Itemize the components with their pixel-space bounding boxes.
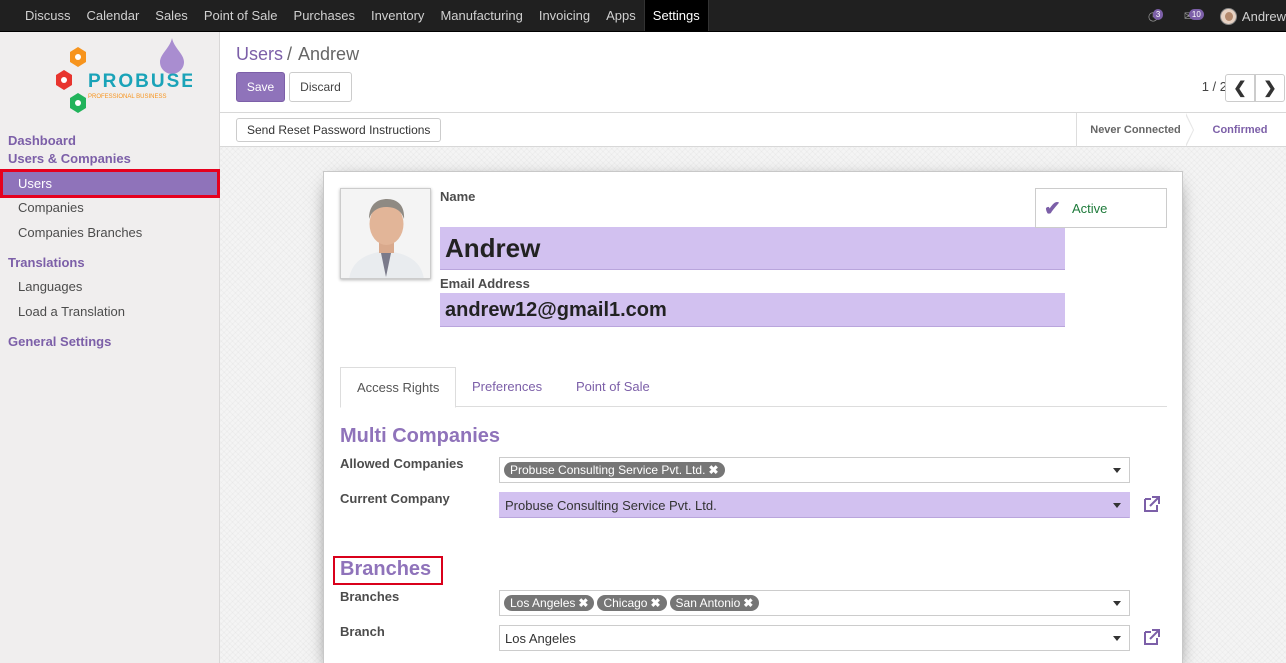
save-button[interactable]: Save [236, 72, 285, 102]
menu-discuss[interactable]: Discuss [17, 0, 79, 31]
allowed-companies-label: Allowed Companies [340, 456, 464, 471]
current-company-label: Current Company [340, 491, 450, 506]
menu-manufacturing[interactable]: Manufacturing [432, 0, 530, 31]
allowed-companies-tags: Probuse Consulting Service Pvt. Ltd. ✖ [504, 458, 728, 478]
pager-value: 1 / 2 [1201, 79, 1227, 94]
sidebar: PROBUSE PROFESSIONAL BUSINESS Dashboard … [0, 32, 220, 663]
sidebar-section-translations[interactable]: Translations [8, 255, 85, 270]
probuse-logo[interactable]: PROBUSE PROFESSIONAL BUSINESS [42, 38, 192, 124]
remove-tag-icon[interactable]: ✖ [743, 596, 753, 610]
messages-count-badge: 10 [1188, 9, 1204, 20]
branch-value: Los Angeles [505, 631, 576, 646]
active-toggle-button[interactable]: ✔ Active [1035, 188, 1167, 228]
form-view: Send Reset Password Instructions Never C… [220, 113, 1286, 663]
active-label: Active [1072, 200, 1108, 216]
breadcrumb: Users / Andrew [236, 44, 359, 65]
branches-field[interactable]: Los Angeles ✖ Chicago ✖ San Antonio ✖ [499, 590, 1130, 616]
menu-sales[interactable]: Sales [147, 0, 196, 31]
name-field[interactable]: Andrew [440, 227, 1065, 270]
stage-arrow [1185, 113, 1194, 147]
tab-preferences[interactable]: Preferences [456, 367, 558, 407]
stage-confirmed[interactable]: Confirmed [1194, 113, 1286, 147]
activity-count-badge: 3 [1152, 9, 1164, 20]
sidebar-section-users-companies[interactable]: Users & Companies [8, 151, 131, 166]
name-label: Name [440, 189, 476, 204]
user-menu[interactable]: Andrew [1219, 7, 1286, 25]
pager-previous-button[interactable]: ❮ [1225, 74, 1255, 102]
menu-settings[interactable]: Settings [643, 0, 709, 31]
multi-companies-title: Multi Companies [340, 425, 501, 447]
menu-apps[interactable]: Apps [598, 0, 644, 31]
sidebar-item-languages[interactable]: Languages [0, 274, 219, 299]
top-navbar: Discuss Calendar Sales Point of Sale Pur… [0, 0, 1286, 32]
main-menu: Discuss Calendar Sales Point of Sale Pur… [0, 0, 709, 31]
remove-tag-icon[interactable]: ✖ [708, 463, 718, 477]
tab-access-rights[interactable]: Access Rights [340, 367, 457, 408]
highlight-box-users [0, 169, 220, 198]
branch-tag-label: Los Angeles [510, 596, 576, 610]
form-statusbar: Send Reset Password Instructions Never C… [220, 113, 1286, 147]
sidebar-item-companies-branches[interactable]: Companies Branches [0, 220, 219, 245]
logo-tagline: PROFESSIONAL BUSINESS [88, 94, 166, 100]
menu-invoicing[interactable]: Invoicing [531, 0, 598, 31]
branch-tag[interactable]: San Antonio ✖ [669, 595, 760, 611]
sidebar-item-companies[interactable]: Companies [0, 195, 219, 220]
sidebar-section-dashboard[interactable]: Dashboard [8, 133, 76, 148]
form-sheet: Name Andrew Email Address andrew12@gmail… [323, 171, 1183, 663]
chevron-right-icon: ❯ [1263, 80, 1277, 97]
control-panel: Users / Andrew Save Discard 1 / 2 ❮ ❯ [220, 32, 1286, 113]
breadcrumb-users-link[interactable]: Users [236, 44, 283, 64]
dropdown-caret-icon[interactable] [1113, 468, 1121, 473]
branches-title: Branches [340, 558, 432, 580]
branch-label: Branch [340, 624, 385, 639]
remove-tag-icon[interactable]: ✖ [650, 596, 660, 610]
branch-tag[interactable]: Los Angeles ✖ [504, 595, 595, 611]
dropdown-caret-icon[interactable] [1113, 601, 1121, 606]
user-portrait-image [341, 189, 430, 278]
logo-text: PROBUSE [88, 71, 192, 92]
notebook-tabs: Access Rights Preferences Point of Sale [340, 367, 1167, 408]
branch-tag[interactable]: Chicago ✖ [597, 595, 667, 611]
tab-point-of-sale[interactable]: Point of Sale [560, 367, 666, 407]
pager-next-button[interactable]: ❯ [1255, 74, 1285, 102]
external-link-icon[interactable] [1142, 627, 1162, 647]
user-photo[interactable] [340, 188, 431, 279]
allowed-companies-field[interactable]: Probuse Consulting Service Pvt. Ltd. ✖ [499, 457, 1130, 483]
discard-button[interactable]: Discard [289, 72, 352, 102]
dropdown-caret-icon[interactable] [1113, 636, 1121, 641]
chevron-left-icon: ❮ [1233, 80, 1247, 97]
company-tag[interactable]: Probuse Consulting Service Pvt. Ltd. ✖ [504, 462, 725, 478]
breadcrumb-separator: / [287, 44, 293, 64]
sidebar-item-load-translation[interactable]: Load a Translation [0, 299, 219, 324]
activity-menu[interactable]: ◷ 3 [1148, 6, 1168, 26]
check-icon: ✔ [1044, 197, 1061, 220]
stage-never-connected[interactable]: Never Connected [1076, 113, 1194, 147]
external-link-icon[interactable] [1142, 494, 1162, 514]
dropdown-caret-icon[interactable] [1113, 503, 1121, 508]
email-label: Email Address [440, 276, 530, 291]
sidebar-section-general-settings[interactable]: General Settings [8, 334, 111, 349]
systray: ◷ 3 ✉ 10 Andrew [1148, 0, 1286, 32]
email-field[interactable]: andrew12@gmail1.com [440, 293, 1065, 327]
menu-calendar[interactable]: Calendar [79, 0, 148, 31]
send-reset-password-button[interactable]: Send Reset Password Instructions [236, 118, 442, 142]
breadcrumb-current: Andrew [298, 44, 360, 64]
branch-tag-label: Chicago [603, 596, 648, 610]
company-tag-label: Probuse Consulting Service Pvt. Ltd. [510, 463, 706, 477]
remove-tag-icon[interactable]: ✖ [578, 596, 588, 610]
user-avatar [1219, 7, 1237, 25]
menu-inventory[interactable]: Inventory [363, 0, 432, 31]
branches-tags: Los Angeles ✖ Chicago ✖ San Antonio ✖ [504, 591, 762, 611]
messaging-menu[interactable]: ✉ 10 [1184, 6, 1204, 26]
menu-purchases[interactable]: Purchases [286, 0, 363, 31]
branches-label: Branches [340, 589, 400, 604]
current-company-field[interactable]: Probuse Consulting Service Pvt. Ltd. [499, 492, 1130, 518]
branch-field[interactable]: Los Angeles [499, 625, 1130, 651]
menu-point-of-sale[interactable]: Point of Sale [196, 0, 286, 31]
branch-tag-label: San Antonio [675, 596, 741, 610]
user-name: Andrew [1241, 8, 1286, 24]
current-company-value: Probuse Consulting Service Pvt. Ltd. [505, 498, 717, 513]
